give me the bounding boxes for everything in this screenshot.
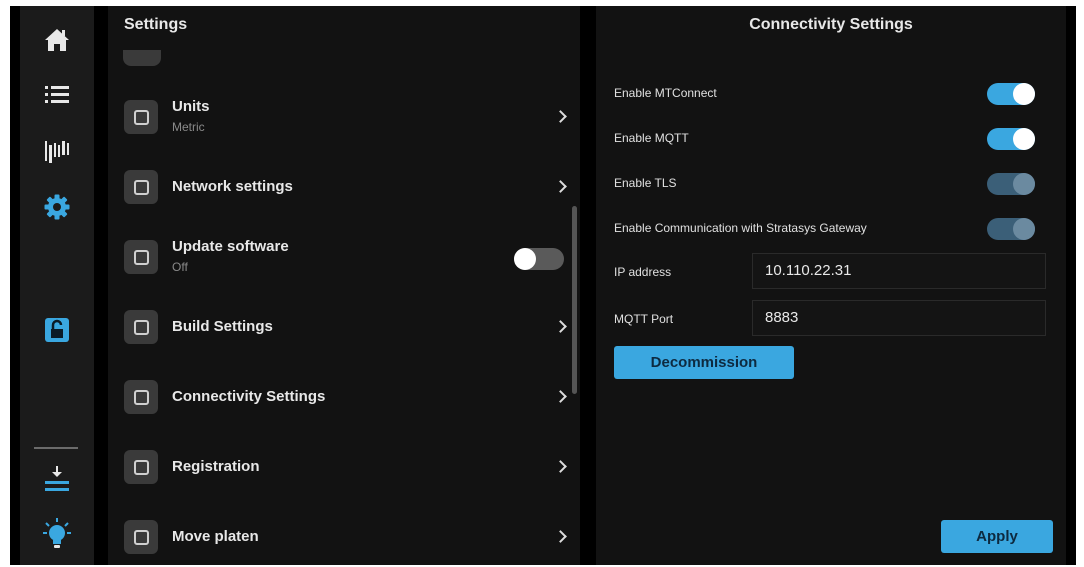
tls-label: Enable TLS	[614, 176, 677, 190]
item-label: Update software	[172, 238, 289, 255]
item-icon	[124, 310, 158, 344]
chevron-right-icon	[554, 390, 567, 403]
item-sublabel: Metric	[172, 120, 205, 134]
lightbulb-icon[interactable]	[20, 516, 94, 552]
nav-rail	[20, 6, 94, 565]
panel-title: Settings	[124, 16, 188, 33]
mqtt-port-field[interactable]: 8883	[752, 300, 1046, 336]
mqtt-toggle[interactable]	[987, 128, 1035, 150]
scrollbar[interactable]	[572, 206, 577, 394]
ip-address-label: IP address	[614, 265, 672, 279]
update-software-toggle[interactable]	[514, 248, 564, 270]
settings-item-update-software: Update software Off	[108, 224, 568, 290]
partial-list-item	[123, 50, 161, 66]
gear-icon[interactable]	[20, 190, 94, 224]
item-icon	[124, 450, 158, 484]
apply-button[interactable]: Apply	[941, 520, 1053, 553]
settings-item-registration[interactable]: Registration	[108, 434, 568, 500]
item-label: Move platen	[172, 528, 259, 545]
decommission-button[interactable]: Decommission	[614, 346, 794, 379]
home-icon[interactable]	[20, 24, 94, 56]
item-label: Build Settings	[172, 318, 273, 335]
chevron-right-icon	[554, 320, 567, 333]
tls-toggle[interactable]	[987, 173, 1035, 195]
list-icon[interactable]	[20, 80, 94, 110]
item-label: Registration	[172, 458, 260, 475]
chevron-right-icon	[554, 460, 567, 473]
settings-item-connectivity[interactable]: Connectivity Settings	[108, 364, 568, 430]
stratasys-gateway-toggle[interactable]	[987, 218, 1035, 240]
settings-item-network[interactable]: Network settings	[108, 154, 568, 220]
barcode-icon[interactable]	[20, 136, 94, 168]
chevron-right-icon	[554, 180, 567, 193]
mqtt-port-label: MQTT Port	[614, 312, 674, 326]
mtconnect-toggle[interactable]	[987, 83, 1035, 105]
item-label: Connectivity Settings	[172, 388, 326, 405]
item-icon	[124, 380, 158, 414]
item-label: Network settings	[172, 178, 293, 195]
rail-divider	[34, 447, 78, 449]
download-tray-icon[interactable]	[20, 462, 94, 496]
settings-item-move-platen[interactable]: Move platen	[108, 504, 568, 565]
item-icon	[124, 100, 158, 134]
settings-panel: Settings Units Metric Network settings U…	[108, 6, 580, 565]
item-icon	[124, 520, 158, 554]
ip-address-field[interactable]: 10.110.22.31	[752, 253, 1046, 289]
connectivity-title: Connectivity Settings	[749, 16, 913, 33]
item-icon	[124, 170, 158, 204]
settings-item-units[interactable]: Units Metric	[108, 84, 568, 150]
item-label: Units	[172, 98, 210, 115]
mqtt-label: Enable MQTT	[614, 131, 689, 145]
unlock-icon[interactable]	[20, 314, 94, 346]
item-sublabel: Off	[172, 260, 188, 274]
settings-item-build[interactable]: Build Settings	[108, 294, 568, 360]
stratasys-gateway-label: Enable Communication with Stratasys Gate…	[614, 221, 867, 235]
chevron-right-icon	[554, 530, 567, 543]
chevron-right-icon	[554, 110, 567, 123]
item-icon	[124, 240, 158, 274]
mtconnect-label: Enable MTConnect	[614, 86, 717, 100]
connectivity-panel: Connectivity Settings Enable MTConnect E…	[596, 6, 1066, 565]
